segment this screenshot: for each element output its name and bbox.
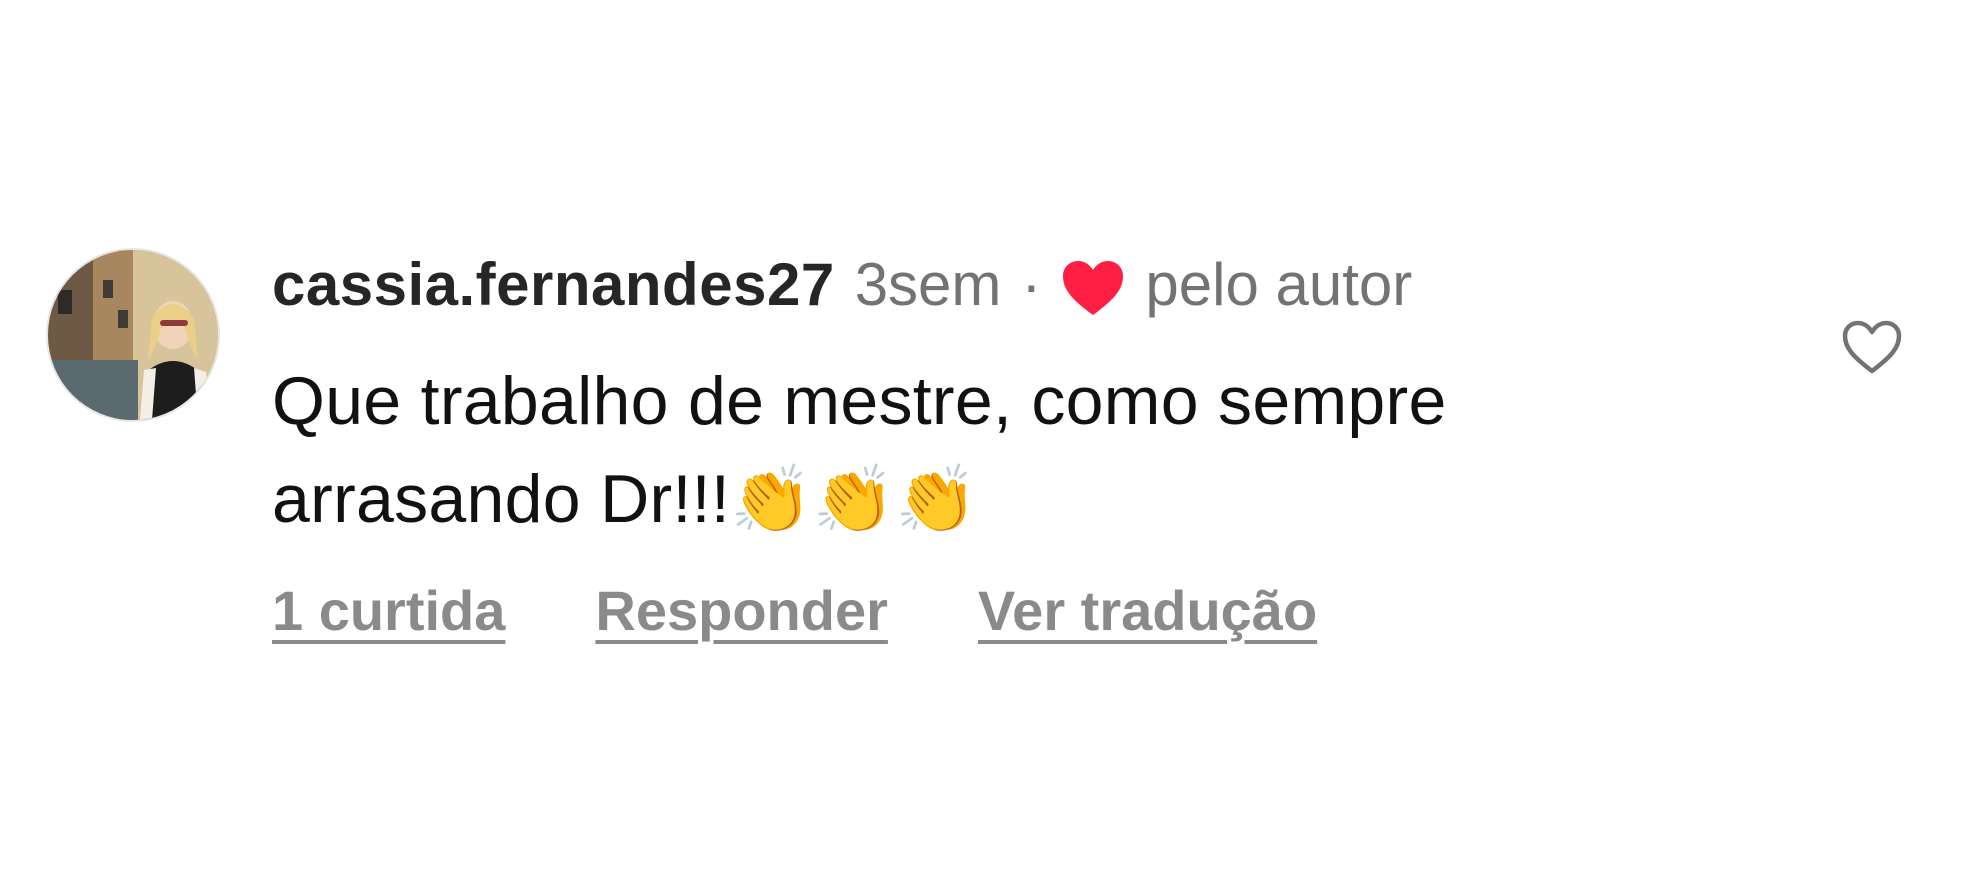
author-like-label: pelo autor: [1145, 251, 1413, 318]
outline-heart-icon: [1842, 320, 1902, 374]
clapping-hands-emoji: 👏👏👏: [730, 461, 978, 538]
likes-count-link[interactable]: 1 curtida: [272, 578, 505, 643]
comment-header: cassia.fernandes27 3sem · pelo autor: [272, 252, 1412, 318]
avatar[interactable]: [46, 248, 220, 422]
like-button[interactable]: [1840, 318, 1904, 376]
comment-text: Que trabalho de mestre, como sempre arra…: [272, 352, 1672, 549]
username[interactable]: cassia.fernandes27: [272, 252, 835, 318]
comment-item: cassia.fernandes27 3sem · pelo autor Que…: [0, 0, 1988, 895]
separator-dot: ·: [1021, 251, 1042, 318]
comment-actions: 1 curtida Responder Ver tradução: [272, 570, 1407, 650]
filled-heart-icon: [1061, 259, 1125, 317]
comment-age: 3sem: [854, 251, 1002, 318]
avatar-photo: [48, 250, 218, 420]
reply-button[interactable]: Responder: [595, 578, 888, 643]
see-translation-button[interactable]: Ver tradução: [978, 578, 1317, 643]
